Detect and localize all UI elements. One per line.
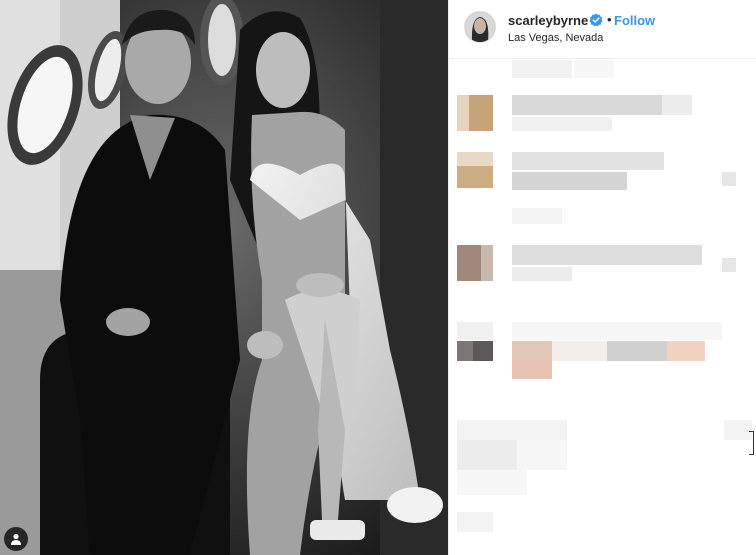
pixelated-comment-6e bbox=[457, 470, 527, 495]
pixelated-avatar-3-side bbox=[481, 245, 493, 281]
header-separator: • bbox=[607, 12, 612, 27]
pixelated-avatar-1-edge bbox=[457, 95, 469, 131]
avatar-image bbox=[465, 12, 495, 42]
pixelated-comment-2b bbox=[662, 95, 692, 115]
pixelated-comment-6 bbox=[457, 420, 567, 440]
post-photo[interactable] bbox=[0, 0, 448, 555]
pixelated-comment-5c bbox=[607, 341, 667, 361]
pixelated-comment-1b bbox=[574, 60, 614, 78]
pixelated-comment-6d bbox=[724, 420, 752, 440]
pixelated-like-4 bbox=[722, 258, 736, 272]
verified-badge-icon bbox=[589, 13, 603, 27]
avatar[interactable] bbox=[464, 11, 496, 43]
pixelated-comment-6b bbox=[457, 440, 517, 470]
pixelated-comment-4 bbox=[512, 245, 702, 265]
post-header: scarleybyrne • Follow Las Vegas, Nevada bbox=[449, 0, 756, 59]
location-link[interactable]: Las Vegas, Nevada bbox=[508, 32, 603, 44]
username-link[interactable]: scarleybyrne bbox=[508, 13, 588, 28]
pixelated-comment-3c bbox=[512, 208, 562, 224]
pixelated-comment-3 bbox=[512, 152, 664, 170]
pixelated-avatar-4b bbox=[473, 341, 493, 361]
pixelated-avatar-2-top bbox=[457, 152, 493, 166]
pixelated-comment-4b bbox=[512, 267, 572, 281]
pixelated-comment-2c bbox=[512, 117, 612, 131]
pixelated-comment-3b bbox=[512, 172, 627, 190]
pixelated-comment-7 bbox=[457, 512, 493, 532]
pixelated-comment-2 bbox=[512, 95, 662, 115]
post-side-panel: scarleybyrne • Follow Las Vegas, Nevada bbox=[449, 0, 756, 555]
pixelated-comment-5a bbox=[457, 322, 493, 340]
pixelated-comment-1 bbox=[512, 60, 572, 78]
pixelated-comment-5e bbox=[512, 361, 552, 379]
pixelated-comment-5f bbox=[512, 322, 722, 340]
user-tag-icon bbox=[11, 533, 21, 545]
pixelated-like-3 bbox=[722, 172, 736, 186]
pixelated-comment-5d bbox=[667, 341, 705, 361]
pixelated-comment-6c bbox=[517, 440, 567, 470]
pixelated-comment-5b bbox=[552, 341, 607, 361]
user-tag-button[interactable] bbox=[4, 527, 28, 551]
pixelated-comment-5 bbox=[512, 341, 552, 361]
follow-button[interactable]: Follow bbox=[614, 13, 655, 28]
photo-image bbox=[0, 0, 448, 555]
scrollbar-thumb[interactable] bbox=[749, 431, 754, 455]
